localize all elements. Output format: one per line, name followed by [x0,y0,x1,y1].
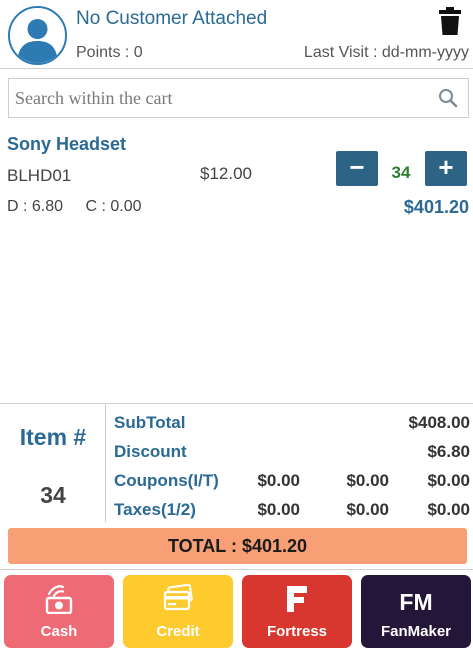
item-price: $12.00 [200,164,252,183]
taxes-row: Taxes(1/2) $0.00 $0.00 $0.00 [114,500,470,524]
coupons-value-total: $0.00 [427,471,470,490]
coupons-value-item: $0.00 [257,471,300,490]
fortress-label: Fortress [266,623,328,640]
fanmaker-button[interactable]: FM FanMaker [361,575,471,648]
fanmaker-label: FanMaker [380,623,452,640]
avatar-icon[interactable] [8,6,67,65]
taxes-label: Taxes(1/2) [114,500,196,519]
coupons-row: Coupons(I/T) $0.00 $0.00 $0.00 [114,471,470,495]
cash-label: Cash [40,623,78,640]
item-line-total: $401.20 [403,197,469,217]
trash-icon[interactable] [439,6,461,36]
item-count-box: Item # 34 [0,404,106,522]
credit-button[interactable]: Credit [123,575,233,648]
payment-divider [0,569,473,570]
item-count-value: 34 [40,482,66,508]
cart-search [8,78,469,118]
cart-search-input[interactable] [9,79,429,117]
cash-button[interactable]: Cash [4,575,114,648]
customer-name[interactable]: No Customer Attached [76,8,267,30]
customer-points: Points : 0 [76,44,143,61]
customer-last-visit: Last Visit : dd-mm-yyyy [303,44,469,61]
search-icon[interactable] [438,88,458,108]
subtotal-row: SubTotal $408.00 [114,413,470,437]
quantity-decrease-button[interactable]: − [336,151,378,186]
subtotal-label: SubTotal [114,413,186,432]
credit-card-icon [163,583,193,617]
taxes-value-1: $0.00 [257,500,300,519]
coupons-value-transaction: $0.00 [346,471,389,490]
item-discount: D : 6.80 [7,198,64,215]
cash-icon [45,584,73,619]
coupons-label: Coupons(I/T) [114,471,219,490]
quantity-value: 34 [391,163,411,182]
credit-label: Credit [156,623,200,640]
discount-value: $6.80 [427,442,470,461]
total-button[interactable]: TOTAL : $401.20 [8,528,467,564]
quantity-increase-button[interactable]: + [425,151,467,186]
item-discount-coupon: D : 6.80 C : 0.00 [7,198,160,216]
discount-row: Discount $6.80 [114,442,470,466]
fortress-logo-icon [284,584,310,619]
taxes-value-2: $0.00 [346,500,389,519]
taxes-value-total: $0.00 [427,500,470,519]
subtotal-value: $408.00 [408,413,470,432]
item-count-label: Item # [19,424,87,450]
discount-label: Discount [114,442,187,461]
item-coupon: C : 0.00 [85,198,142,215]
customer-header: No Customer Attached Points : 0 Last Vis… [0,0,473,69]
fortress-button[interactable]: Fortress [242,575,352,648]
cart-summary: Item # 34 SubTotal $408.00 Discount $6.8… [0,403,473,524]
fanmaker-logo: FM [399,589,433,615]
item-sku: BLHD01 [7,166,72,185]
item-name[interactable]: Sony Headset [7,134,126,155]
